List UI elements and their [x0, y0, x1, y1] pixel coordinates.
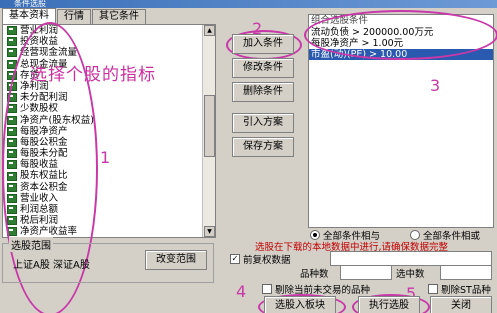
save-plan-button[interactable]: 保存方案	[232, 137, 294, 157]
tab-quotes[interactable]: 行情	[57, 9, 91, 24]
import-plan-button[interactable]: 引入方案	[232, 113, 294, 133]
checkbox-icon	[428, 284, 438, 294]
restore-label: 前复权数据	[243, 255, 291, 266]
scroll-up-icon[interactable]: ▲	[204, 25, 215, 36]
stock-screener-window: 条件选股 基本资料 行情 其它条件 营业利润 投资收益 经营现金流量 总现金流量 存货净…	[0, 0, 497, 313]
scroll-thumb[interactable]	[204, 95, 215, 157]
tab-bar: 基本资料 行情 其它条件	[2, 8, 147, 25]
total-count-label: 品种数	[300, 269, 329, 280]
annotation-number-4: 4	[236, 282, 247, 301]
restore-field	[330, 251, 492, 266]
add-condition-button[interactable]: 加入条件	[232, 34, 294, 54]
close-button[interactable]: 关闭	[430, 296, 492, 313]
selected-count-value	[440, 265, 492, 280]
select-to-block-button[interactable]: 选股入板块	[264, 296, 336, 313]
delete-condition-button[interactable]: 删除条件	[232, 82, 294, 102]
run-screening-button[interactable]: 执行选股	[358, 296, 420, 313]
title-bar: 条件选股	[0, 0, 497, 8]
tab-other-conditions[interactable]: 其它条件	[92, 9, 146, 24]
modify-condition-button[interactable]: 修改条件	[232, 58, 294, 78]
selected-count-label: 选中数	[396, 269, 425, 280]
indicator-icon	[7, 26, 17, 36]
indicator-icon	[7, 48, 17, 58]
exclude-st-checkbox[interactable]: 剔除ST品种	[428, 282, 491, 296]
checkmark-icon: ✓	[230, 254, 240, 264]
total-count-value	[340, 265, 392, 280]
annotation-oval-conditions	[304, 10, 497, 60]
checkbox-icon	[262, 284, 272, 294]
restore-checkbox[interactable]: ✓ 前复权数据	[230, 252, 291, 266]
range-legend: 选股范围	[9, 237, 53, 252]
scroll-down-icon[interactable]: ▼	[204, 226, 215, 237]
indicator-icon	[7, 37, 17, 47]
range-value: 上证A股 深证A股	[13, 260, 90, 271]
annotation-number-1: 1	[100, 148, 111, 167]
annotation-number-3: 3	[430, 76, 441, 95]
vertical-scrollbar[interactable]: ▲ ▼	[202, 25, 215, 237]
change-range-button[interactable]: 改变范围	[145, 250, 207, 270]
exclude-st-label: 剔除ST品种	[441, 285, 491, 296]
